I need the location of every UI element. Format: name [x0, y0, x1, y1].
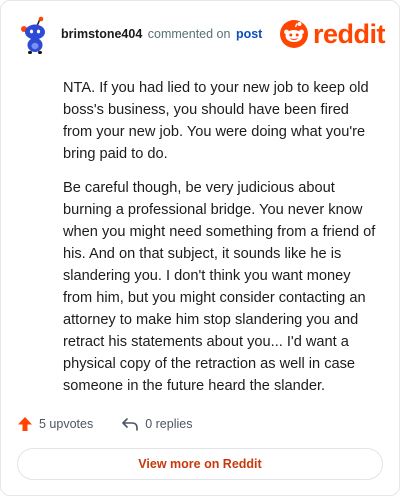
reddit-logo[interactable]: reddit [279, 19, 386, 49]
reddit-snoo-icon [279, 20, 308, 48]
replies-button[interactable]: 0 replies [121, 416, 192, 432]
comment-footer: 5 upvotes 0 replies [17, 414, 220, 434]
comment-header: brimstone404 commented on post reddit [17, 15, 386, 55]
upvote-arrow-icon [18, 417, 32, 431]
reply-arrow-icon [122, 418, 139, 431]
reddit-comment-card: brimstone404 commented on post reddit NT… [0, 0, 400, 496]
post-link[interactable]: post [236, 27, 262, 41]
username-link[interactable]: brimstone404 [61, 27, 142, 41]
reddit-wordmark: reddit [312, 19, 386, 49]
snoo-avatar-icon[interactable] [17, 15, 53, 55]
replies-count: 0 replies [145, 417, 193, 431]
comment-body: NTA. If you had lied to your new job to … [63, 77, 381, 409]
view-more-button[interactable]: View more on Reddit [17, 448, 383, 480]
upvote-count: 5 upvotes [39, 417, 94, 431]
comment-meta: brimstone404 commented on post [61, 27, 262, 41]
upvote-button[interactable]: 5 upvotes [17, 416, 93, 432]
comment-paragraph: NTA. If you had lied to your new job to … [63, 80, 369, 162]
comment-paragraph: Be careful though, be very judicious abo… [63, 180, 376, 394]
commented-on-text: commented on [147, 27, 231, 41]
